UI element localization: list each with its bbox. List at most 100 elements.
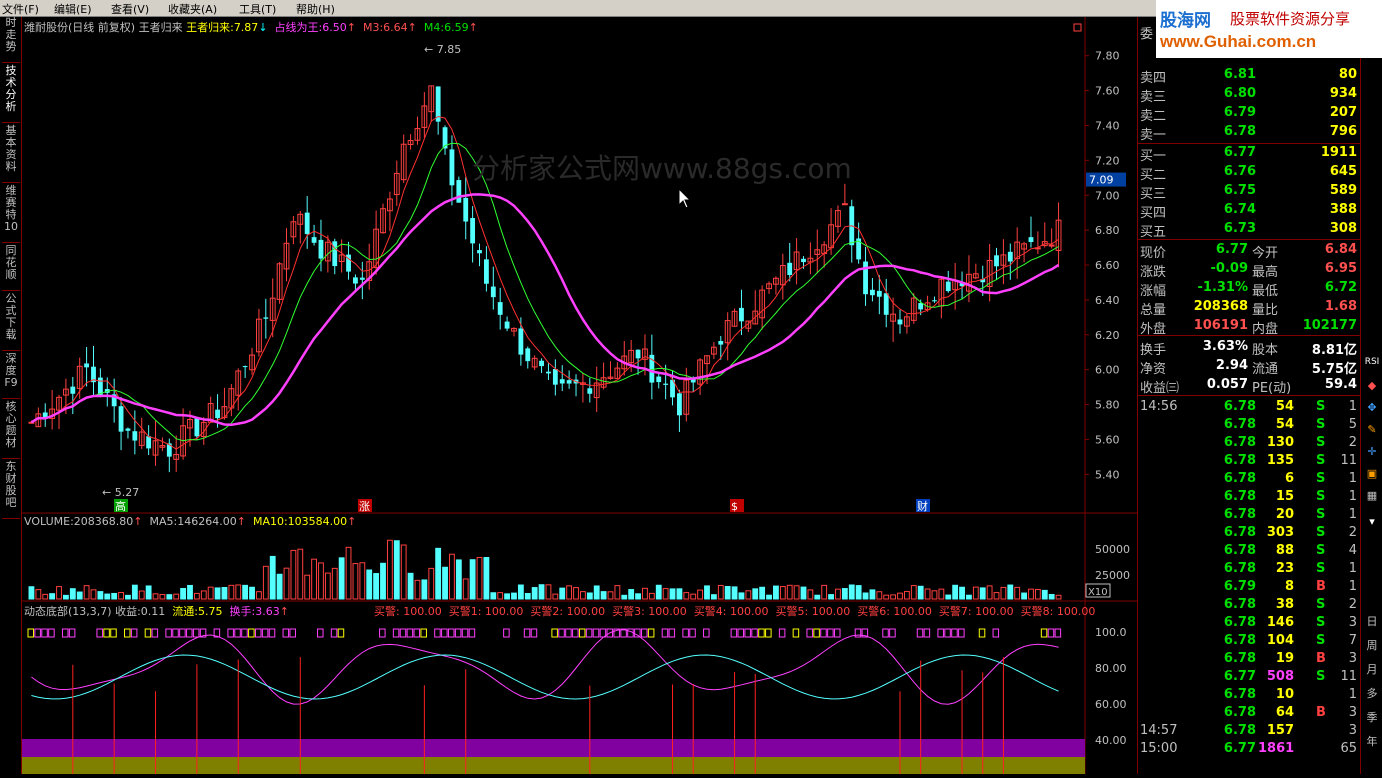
- volume-bar: [759, 586, 766, 600]
- tab-tonghuashun[interactable]: 同花顺: [2, 245, 20, 291]
- volume-bar: [773, 585, 779, 600]
- tick-side: S: [1316, 507, 1326, 522]
- alert-1: 买警1: 100.00: [448, 605, 524, 618]
- expand-icon[interactable]: ✛: [1363, 445, 1381, 458]
- chart-svg[interactable]: 7.80 7.60 7.40 7.20 7.00 6.80 6.60 6.40 6.20 6.00…: [22, 17, 1137, 774]
- tick-row: 6.78 20 S 1: [1138, 507, 1361, 525]
- period-season[interactable]: 季: [1363, 709, 1381, 725]
- volume-bar: [180, 587, 187, 600]
- tick-volume: 6: [1284, 471, 1294, 486]
- candle-body: [353, 277, 358, 284]
- tab-formula-download[interactable]: 公式下载: [2, 293, 20, 351]
- tick-volume: 54: [1275, 417, 1294, 432]
- volume-bar: [187, 584, 193, 600]
- quote-row: 涨跌 -0.09 最高 6.95: [1138, 261, 1361, 280]
- volume-header: VOLUME:208368.80↑ MA5:146264.00↑ MA10:10…: [24, 515, 357, 528]
- dropdown-icon[interactable]: ▾: [1363, 515, 1381, 528]
- menu-help[interactable]: 帮助(H): [296, 1, 335, 17]
- period-month[interactable]: 月: [1363, 661, 1381, 677]
- period-week[interactable]: 周: [1363, 637, 1381, 653]
- candle-body: [490, 286, 496, 298]
- ma5-value: 146264.00: [177, 515, 237, 528]
- price-axis-label: 7.60: [1095, 85, 1120, 98]
- alert-8: 买警8: 100.00: [1020, 605, 1096, 618]
- tick-side: S: [1316, 453, 1326, 468]
- volume-axis-label: 50000: [1095, 543, 1130, 556]
- price-axis-label: 5.40: [1095, 468, 1120, 481]
- candle-body: [470, 218, 476, 244]
- f2-value: 6.50: [322, 21, 347, 34]
- period-year[interactable]: 年: [1363, 733, 1381, 749]
- grid-icon[interactable]: ▦: [1363, 489, 1381, 502]
- finance-label-a: 净资: [1140, 362, 1167, 377]
- tick-count: 3: [1348, 723, 1357, 738]
- volume-bar: [393, 540, 400, 600]
- sell-label: 卖二: [1140, 109, 1167, 124]
- candle-body: [525, 348, 531, 362]
- quote-label-a: 涨幅: [1140, 284, 1167, 299]
- tab-guba[interactable]: 东财股吧: [2, 461, 20, 519]
- brand-url: www.Guhai.com.cn: [1160, 32, 1317, 51]
- tab-depth-f9[interactable]: 深度F9: [2, 353, 20, 399]
- finance-value-b: 5.75亿: [1311, 362, 1357, 377]
- candle-body: [242, 366, 248, 368]
- tick-row: 14:56 6.78 54 S 1: [1138, 399, 1361, 417]
- candle-body: [504, 321, 510, 329]
- menu-tools[interactable]: 工具(T): [239, 1, 276, 17]
- price-axis-label: 6.80: [1095, 224, 1120, 237]
- volume-bar: [111, 592, 118, 600]
- tick-volume: 157: [1266, 723, 1294, 738]
- lock-icon[interactable]: ▣: [1363, 467, 1381, 480]
- menu-edit[interactable]: 编辑(E): [54, 1, 92, 17]
- tick-side: S: [1316, 615, 1326, 630]
- tab-weisaite[interactable]: 维赛特10: [2, 185, 20, 243]
- chart-area[interactable]: 7.80 7.60 7.40 7.20 7.00 6.80 6.60 6.40 6.20 6.00…: [22, 17, 1137, 774]
- volume-bar: [676, 588, 683, 600]
- volume-bar: [1021, 592, 1027, 600]
- period-multi[interactable]: 多: [1363, 685, 1381, 701]
- tab-timeshare[interactable]: 时走势: [2, 17, 20, 63]
- indicator-axis-label: 100.0: [1095, 626, 1127, 639]
- tick-side: S: [1316, 669, 1326, 684]
- period-day[interactable]: 日: [1363, 613, 1381, 629]
- volume-bar: [435, 547, 442, 600]
- hs-label: 换手:: [229, 605, 256, 618]
- indicator-name: 动态底部(13,3,7): [24, 605, 112, 618]
- menu-favorites[interactable]: 收藏夹(A): [168, 1, 217, 17]
- volume-bar: [366, 569, 373, 600]
- volume-bar: [586, 592, 593, 600]
- finance-value-a: 2.94: [1215, 358, 1248, 373]
- tick-price: 6.78: [1223, 543, 1256, 558]
- buy-price: 6.77: [1223, 145, 1256, 160]
- move-icon[interactable]: ✥: [1363, 401, 1381, 414]
- tab-core-theme[interactable]: 核心题材: [2, 401, 20, 459]
- tick-volume: 10: [1275, 687, 1294, 702]
- tick-count: 3: [1348, 651, 1357, 666]
- volume-bar: [145, 585, 152, 600]
- volume-bar: [862, 592, 869, 600]
- alert-2: 买警2: 100.00: [530, 605, 606, 618]
- tick-price: 6.78: [1223, 399, 1256, 414]
- candle-body: [318, 239, 324, 259]
- chart-tool-icon[interactable]: ◆: [1363, 379, 1381, 392]
- menu-view[interactable]: 查看(V): [111, 1, 149, 17]
- tab-technical[interactable]: 技术分析: [2, 65, 20, 123]
- sell-volume: 207: [1329, 105, 1357, 120]
- menu-file[interactable]: 文件(F): [2, 1, 39, 17]
- buy-label: 买五: [1140, 225, 1167, 240]
- pencil-icon[interactable]: ✎: [1363, 423, 1381, 436]
- volume-bar: [731, 586, 738, 600]
- tab-fundamentals[interactable]: 基本资料: [2, 125, 20, 183]
- quote-row: 涨幅 -1.31% 最低 6.72: [1138, 280, 1361, 299]
- tick-price: 6.78: [1223, 615, 1256, 630]
- quote-value-b: 6.95: [1324, 261, 1357, 276]
- quote-row: 外盘 106191 内盘 102177: [1138, 318, 1361, 337]
- quote-label-a: 涨跌: [1140, 265, 1167, 280]
- tick-side: B: [1316, 705, 1326, 720]
- candle-body: [945, 281, 951, 292]
- candle-body: [635, 349, 641, 359]
- finance-row: 净资 2.94 流通 5.75亿: [1138, 358, 1361, 377]
- candle-body: [883, 293, 889, 315]
- rsi-button[interactable]: RSI: [1363, 357, 1381, 367]
- tick-volume: 38: [1275, 597, 1294, 612]
